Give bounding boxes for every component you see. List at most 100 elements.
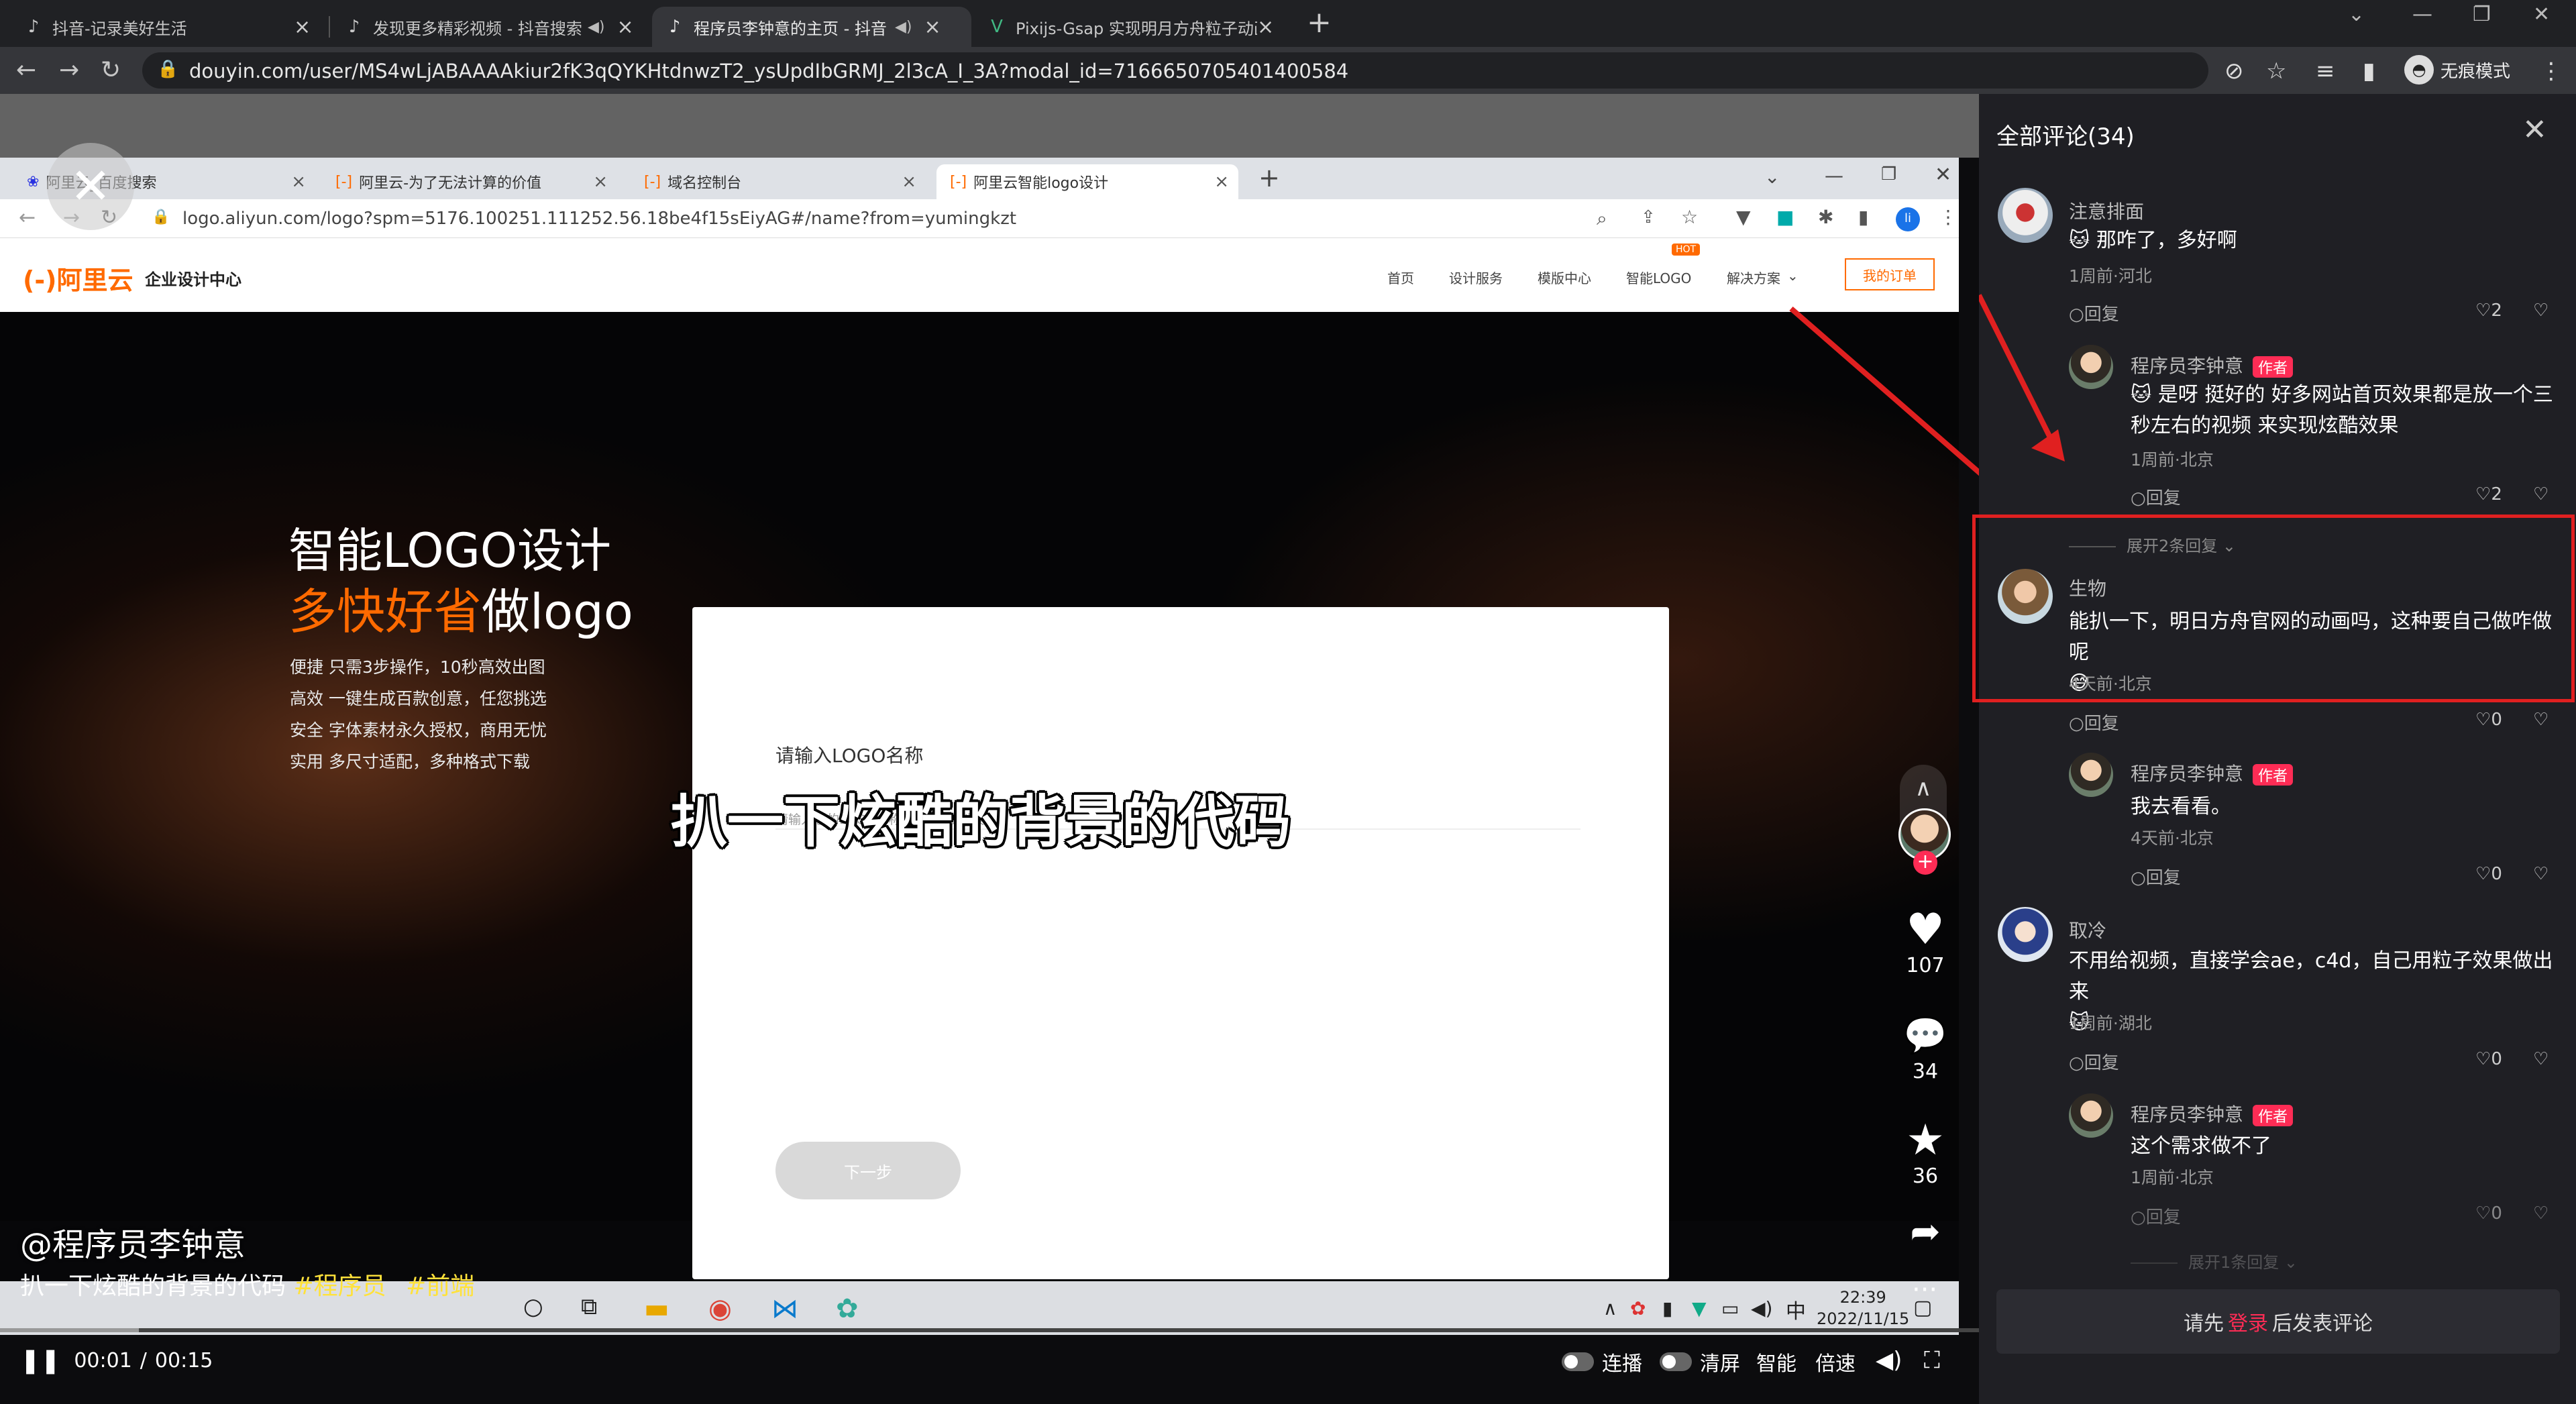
heart-outline-icon: ♡ [2475,864,2491,884]
dislike-heart-icon[interactable]: ♡ [2533,1049,2548,1069]
like-button[interactable]: ♡0 [2475,1203,2502,1224]
incognito-icon: ◓ [2404,55,2434,85]
login-link[interactable]: 登录 [2228,1307,2268,1336]
comment-body: 不用给视频，直接学会ae，c4d，自己用粒子效果做出来 [2069,949,2553,1004]
arrow-shaft-end [1979,294,2055,444]
minimize-icon[interactable]: — [2412,3,2432,26]
reply-button[interactable]: ○回复 [2069,710,2119,735]
close-icon[interactable]: × [924,15,941,39]
reply-icon: ○ [2069,714,2084,734]
new-tab-plus-icon[interactable]: + [1307,5,1332,40]
dislike-heart-icon[interactable]: ♡ [2533,864,2548,884]
commenter-avatar[interactable] [2069,1093,2113,1138]
login-to-comment-bar[interactable]: 请先 登录 后发表评论 [1996,1289,2560,1354]
annotation-red-arrow [1789,306,1979,476]
tab-title: 抖音-记录美好生活 [52,19,187,38]
expand-replies-label: 展开1条回复 [2188,1253,2279,1272]
like-count: 0 [2491,1049,2502,1069]
commenter-name-row[interactable]: 程序员李钟意 作者 [2131,352,2294,378]
reply-button[interactable]: ○回复 [2131,1203,2181,1228]
heart-outline-icon: ♡ [2475,1049,2491,1069]
comment-meta: 1周前·河北 [2069,266,2152,286]
reading-list-icon[interactable]: ≡ [2316,58,2335,85]
close-icon[interactable]: × [617,15,634,39]
comment-meta: 1周前·北京 [2131,450,2214,470]
commenter-name[interactable]: 程序员李钟意 [2131,1103,2243,1126]
reload-icon[interactable]: ↻ [101,56,121,84]
commenter-avatar[interactable] [2069,345,2113,389]
incognito-label: 无痕模式 [2440,61,2511,82]
tab-douyin-search[interactable]: ♪ 发现更多精彩视频 - 抖音搜索 ◀) × [331,7,649,47]
tab-title: 程序员李钟意的主页 - 抖音 [694,19,887,38]
commenter-avatar[interactable] [1998,188,2053,243]
tab-douyin-home[interactable]: ♪ 抖音-记录美好生活 × [0,7,329,47]
dislike-heart-icon[interactable]: ♡ [2533,1203,2548,1224]
close-icon[interactable]: × [294,15,311,39]
commenter-name[interactable]: 程序员李钟意 [2131,355,2243,377]
eye-slash-icon[interactable]: ⊘ [2224,58,2244,85]
menu-dots-icon[interactable]: ⋮ [2540,58,2563,85]
reply-icon: ○ [2131,1207,2146,1228]
login-prompt-suffix: 后发表评论 [2272,1312,2373,1336]
commenter-avatar[interactable] [2069,753,2113,797]
reply-label: 回复 [2145,868,2181,888]
tab-author-profile[interactable]: ♪ 程序员李钟意的主页 - 抖音 ◀) × [652,7,971,47]
like-button[interactable]: ♡2 [2475,301,2502,321]
like-button[interactable]: ♡0 [2475,710,2502,730]
video-player[interactable]: ❀ 阿里云_百度搜索 × [-] 阿里云-为了无法计算的价值 × [-] 域名控… [0,94,1979,1404]
tab-divider [329,16,330,38]
heart-outline-icon: ♡ [2475,1203,2491,1224]
reply-button[interactable]: ○回复 [2131,484,2181,509]
reply-button[interactable]: ○回复 [2069,301,2119,325]
like-count: 2 [2491,301,2502,321]
reply-label: 回复 [2084,305,2119,325]
reply-button[interactable]: ○回复 [2131,864,2181,889]
url-field[interactable]: 🔒 douyin.com/user/MS4wLjABAAAAkiur2fK3qQ… [142,52,2208,89]
comment-body: 是呀 挺好的 好多网站首页效果都是放一个三秒左右的视频 来实现炫酷效果 [2131,383,2553,437]
close-window-icon[interactable]: ✕ [2533,3,2550,26]
expand-replies-link[interactable]: 展开1条回复 ⌄ [2131,1249,2298,1273]
highlight-box [1972,515,2575,702]
like-count: 0 [2491,710,2502,730]
dislike-heart-icon[interactable]: ♡ [2533,484,2548,504]
reply-icon: ○ [2131,488,2146,508]
commenter-name[interactable]: 注意排面 [2069,197,2144,224]
commenter-name[interactable]: 取冷 [2069,916,2106,943]
side-panel-icon[interactable]: ▮ [2363,58,2375,85]
dislike-heart-icon[interactable]: ♡ [2533,710,2548,730]
emoji-icon: 🐱 [2069,229,2096,252]
like-button[interactable]: ♡0 [2475,1049,2502,1069]
tiktok-icon: ♪ [669,17,681,37]
tab-search-chevron-icon[interactable]: ⌄ [2348,3,2365,26]
tab-pixijs[interactable]: V Pixijs-Gsap 实现明月方舟粒子动画 × [974,7,1293,47]
restore-icon[interactable]: ❐ [2473,3,2491,26]
author-badge: 作者 [2253,764,2294,786]
reply-icon: ○ [2069,1053,2084,1073]
lock-icon: 🔒 [157,59,179,79]
url-text[interactable]: douyin.com/user/MS4wLjABAAAAkiur2fK3qQYK… [189,60,1348,83]
reply-button[interactable]: ○回复 [2069,1049,2119,1074]
like-count: 2 [2491,484,2502,504]
speaker-icon[interactable]: ◀) [588,19,605,36]
close-icon[interactable]: × [1257,15,1274,39]
author-badge: 作者 [2253,356,2294,378]
like-count: 0 [2491,864,2502,884]
comment-text: 🐱 是呀 挺好的 好多网站首页效果都是放一个三秒左右的视频 来实现炫酷效果 [2131,380,2560,441]
arrow-shaft [1789,306,1979,476]
browser-tab-strip: ♪ 抖音-记录美好生活 × ♪ 发现更多精彩视频 - 抖音搜索 ◀) × ♪ 程… [0,0,2576,47]
commenter-name-row[interactable]: 程序员李钟意 作者 [2131,1100,2294,1127]
commenter-avatar[interactable] [1998,907,2053,962]
comment-meta: 1周前·湖北 [2069,1014,2152,1033]
heart-outline-icon: ♡ [2475,301,2491,321]
comment-text: 这个需求做不了 [2131,1134,2271,1158]
forward-arrow-icon[interactable]: → [59,56,79,84]
speaker-icon[interactable]: ◀) [895,19,912,36]
back-arrow-icon[interactable]: ← [16,56,36,84]
bookmark-star-icon[interactable]: ☆ [2266,58,2286,85]
commenter-name[interactable]: 程序员李钟意 [2131,763,2243,785]
dislike-heart-icon[interactable]: ♡ [2533,301,2548,321]
commenter-name-row[interactable]: 程序员李钟意 作者 [2131,759,2294,786]
like-button[interactable]: ♡2 [2475,484,2502,504]
like-button[interactable]: ♡0 [2475,864,2502,884]
incognito-indicator[interactable]: ◓ 无痕模式 [2404,55,2510,85]
